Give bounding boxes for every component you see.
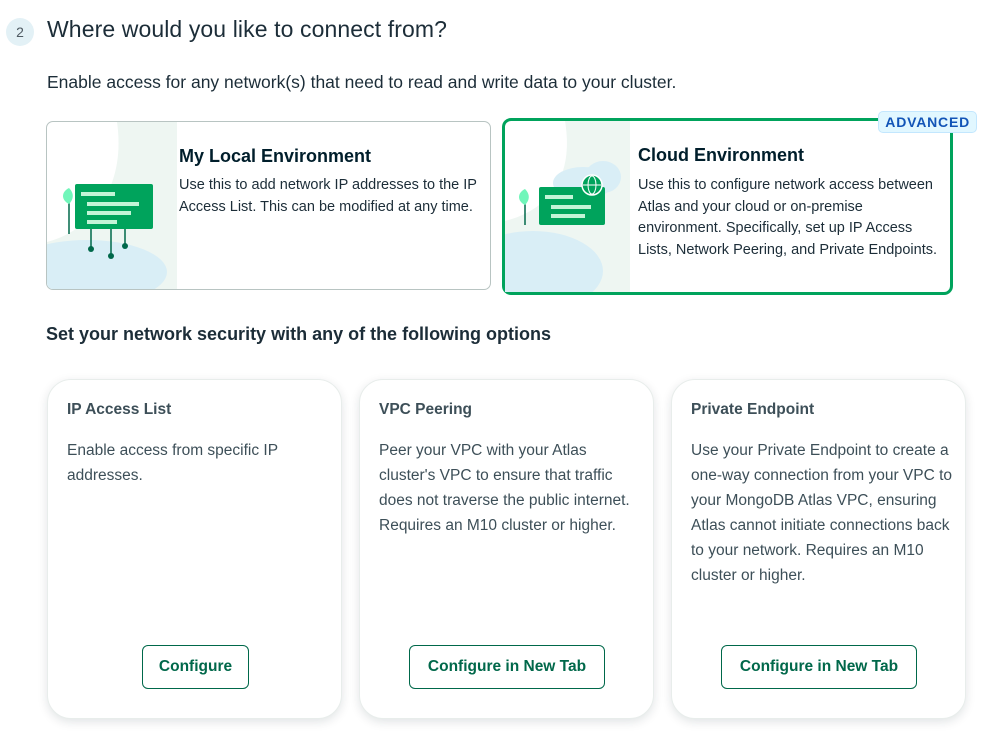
security-options-title: Set your network security with any of th… bbox=[46, 324, 552, 344]
cloud-environment-illustration bbox=[505, 121, 630, 292]
vpc-peering-title: VPC Peering bbox=[379, 401, 473, 418]
page-subtitle: Enable access for any network(s) that ne… bbox=[47, 72, 677, 92]
private-endpoint-title: Private Endpoint bbox=[691, 401, 815, 418]
local-environment-illustration bbox=[47, 122, 177, 289]
advanced-badge: ADVANCED bbox=[878, 111, 977, 133]
ip-access-list-title: IP Access List bbox=[67, 401, 172, 418]
configure-private-endpoint-button[interactable]: Configure in New Tab bbox=[721, 645, 917, 689]
local-environment-title: My Local Environment bbox=[179, 146, 372, 166]
ip-access-list-description: Enable access from specific IP addresses… bbox=[67, 442, 278, 484]
private-endpoint-description: Use your Private Endpoint to create a on… bbox=[691, 442, 953, 584]
vpc-peering-card: VPC Peering Peer your VPC with your Atla… bbox=[359, 379, 654, 719]
local-environment-description: Use this to add network IP addresses to … bbox=[179, 177, 477, 215]
ip-access-list-card: IP Access List Enable access from specif… bbox=[47, 379, 342, 719]
cloud-environment-description: Use this to configure network access bet… bbox=[638, 177, 938, 258]
vpc-peering-description: Peer your VPC with your Atlas cluster's … bbox=[379, 442, 630, 534]
local-environment-card[interactable]: My Local Environment Use this to add net… bbox=[46, 121, 491, 290]
step-number-badge: 2 bbox=[6, 18, 34, 46]
cloud-environment-card[interactable]: ADVANCED Cloud Environment Use this to c… bbox=[502, 111, 977, 295]
cloud-environment-title: Cloud Environment bbox=[638, 145, 804, 165]
page-title: Where would you like to connect from? bbox=[47, 16, 448, 42]
private-endpoint-card: Private Endpoint Use your Private Endpoi… bbox=[671, 379, 966, 719]
configure-vpc-peering-button[interactable]: Configure in New Tab bbox=[409, 645, 605, 689]
configure-ip-access-list-button[interactable]: Configure bbox=[142, 645, 249, 689]
